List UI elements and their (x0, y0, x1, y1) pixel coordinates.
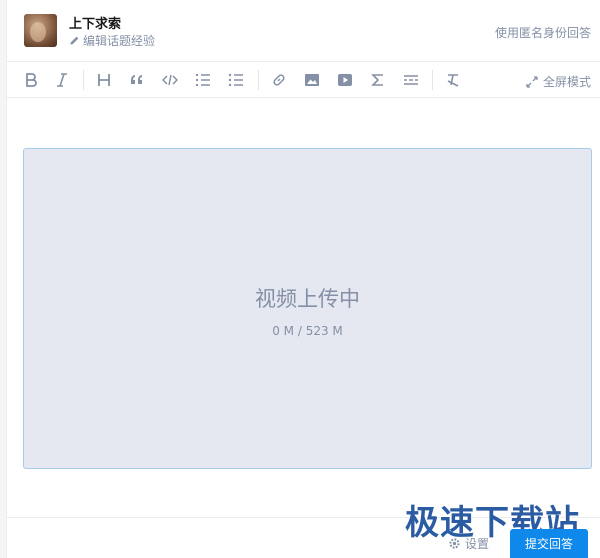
expand-icon (526, 75, 538, 88)
toolbar-divider (83, 70, 84, 90)
toolbar-divider (432, 70, 433, 90)
video-icon (338, 74, 352, 86)
bold-button[interactable] (21, 70, 41, 90)
gear-icon (449, 538, 460, 549)
clear-format-icon (447, 74, 459, 87)
link-button[interactable] (269, 70, 289, 90)
italic-button[interactable] (52, 70, 72, 90)
italic-icon (57, 73, 67, 87)
heading-button[interactable] (94, 70, 114, 90)
left-rail (0, 0, 7, 558)
editor-header: 上下求索 编辑话题经验 使用匿名身份回答 (7, 0, 600, 62)
toolbar-divider (258, 70, 259, 90)
formula-icon (371, 74, 383, 86)
image-button[interactable] (302, 70, 322, 90)
ordered-list-button[interactable] (193, 70, 213, 90)
settings-button[interactable]: 设置 (448, 535, 489, 552)
link-icon (273, 74, 285, 86)
fullscreen-button[interactable]: 全屏模式 (526, 73, 591, 90)
ordered-list-icon (196, 74, 210, 86)
bold-icon (26, 73, 37, 87)
heading-icon (98, 74, 110, 86)
settings-label: 设置 (465, 537, 490, 551)
editor-toolbar: 全屏模式 (7, 62, 600, 98)
pencil-icon (70, 36, 79, 45)
video-button[interactable] (335, 70, 355, 90)
unordered-list-icon (228, 73, 243, 87)
avatar[interactable] (24, 14, 57, 47)
edit-experience-link[interactable]: 编辑话题经验 (69, 32, 155, 49)
quote-icon (131, 75, 142, 84)
unordered-list-button[interactable] (226, 70, 246, 90)
submit-answer-button[interactable]: 提交回答 (510, 529, 588, 558)
anonymous-answer-link[interactable]: 使用匿名身份回答 (495, 24, 591, 41)
video-upload-placeholder[interactable]: 视频上传中 0 M / 523 M (23, 148, 592, 469)
edit-experience-label: 编辑话题经验 (83, 34, 156, 48)
divider-button[interactable] (401, 70, 421, 90)
image-icon (305, 74, 319, 86)
formula-button[interactable] (368, 70, 388, 90)
fullscreen-label: 全屏模式 (542, 75, 591, 89)
username[interactable]: 上下求索 (69, 13, 121, 32)
divider-icon (404, 75, 418, 85)
clear-format-button[interactable] (443, 70, 463, 90)
video-upload-progress: 0 M / 523 M (272, 324, 343, 338)
code-icon (162, 74, 178, 86)
video-upload-status: 视频上传中 (255, 287, 360, 311)
quote-button[interactable] (127, 70, 147, 90)
code-button[interactable] (160, 70, 180, 90)
